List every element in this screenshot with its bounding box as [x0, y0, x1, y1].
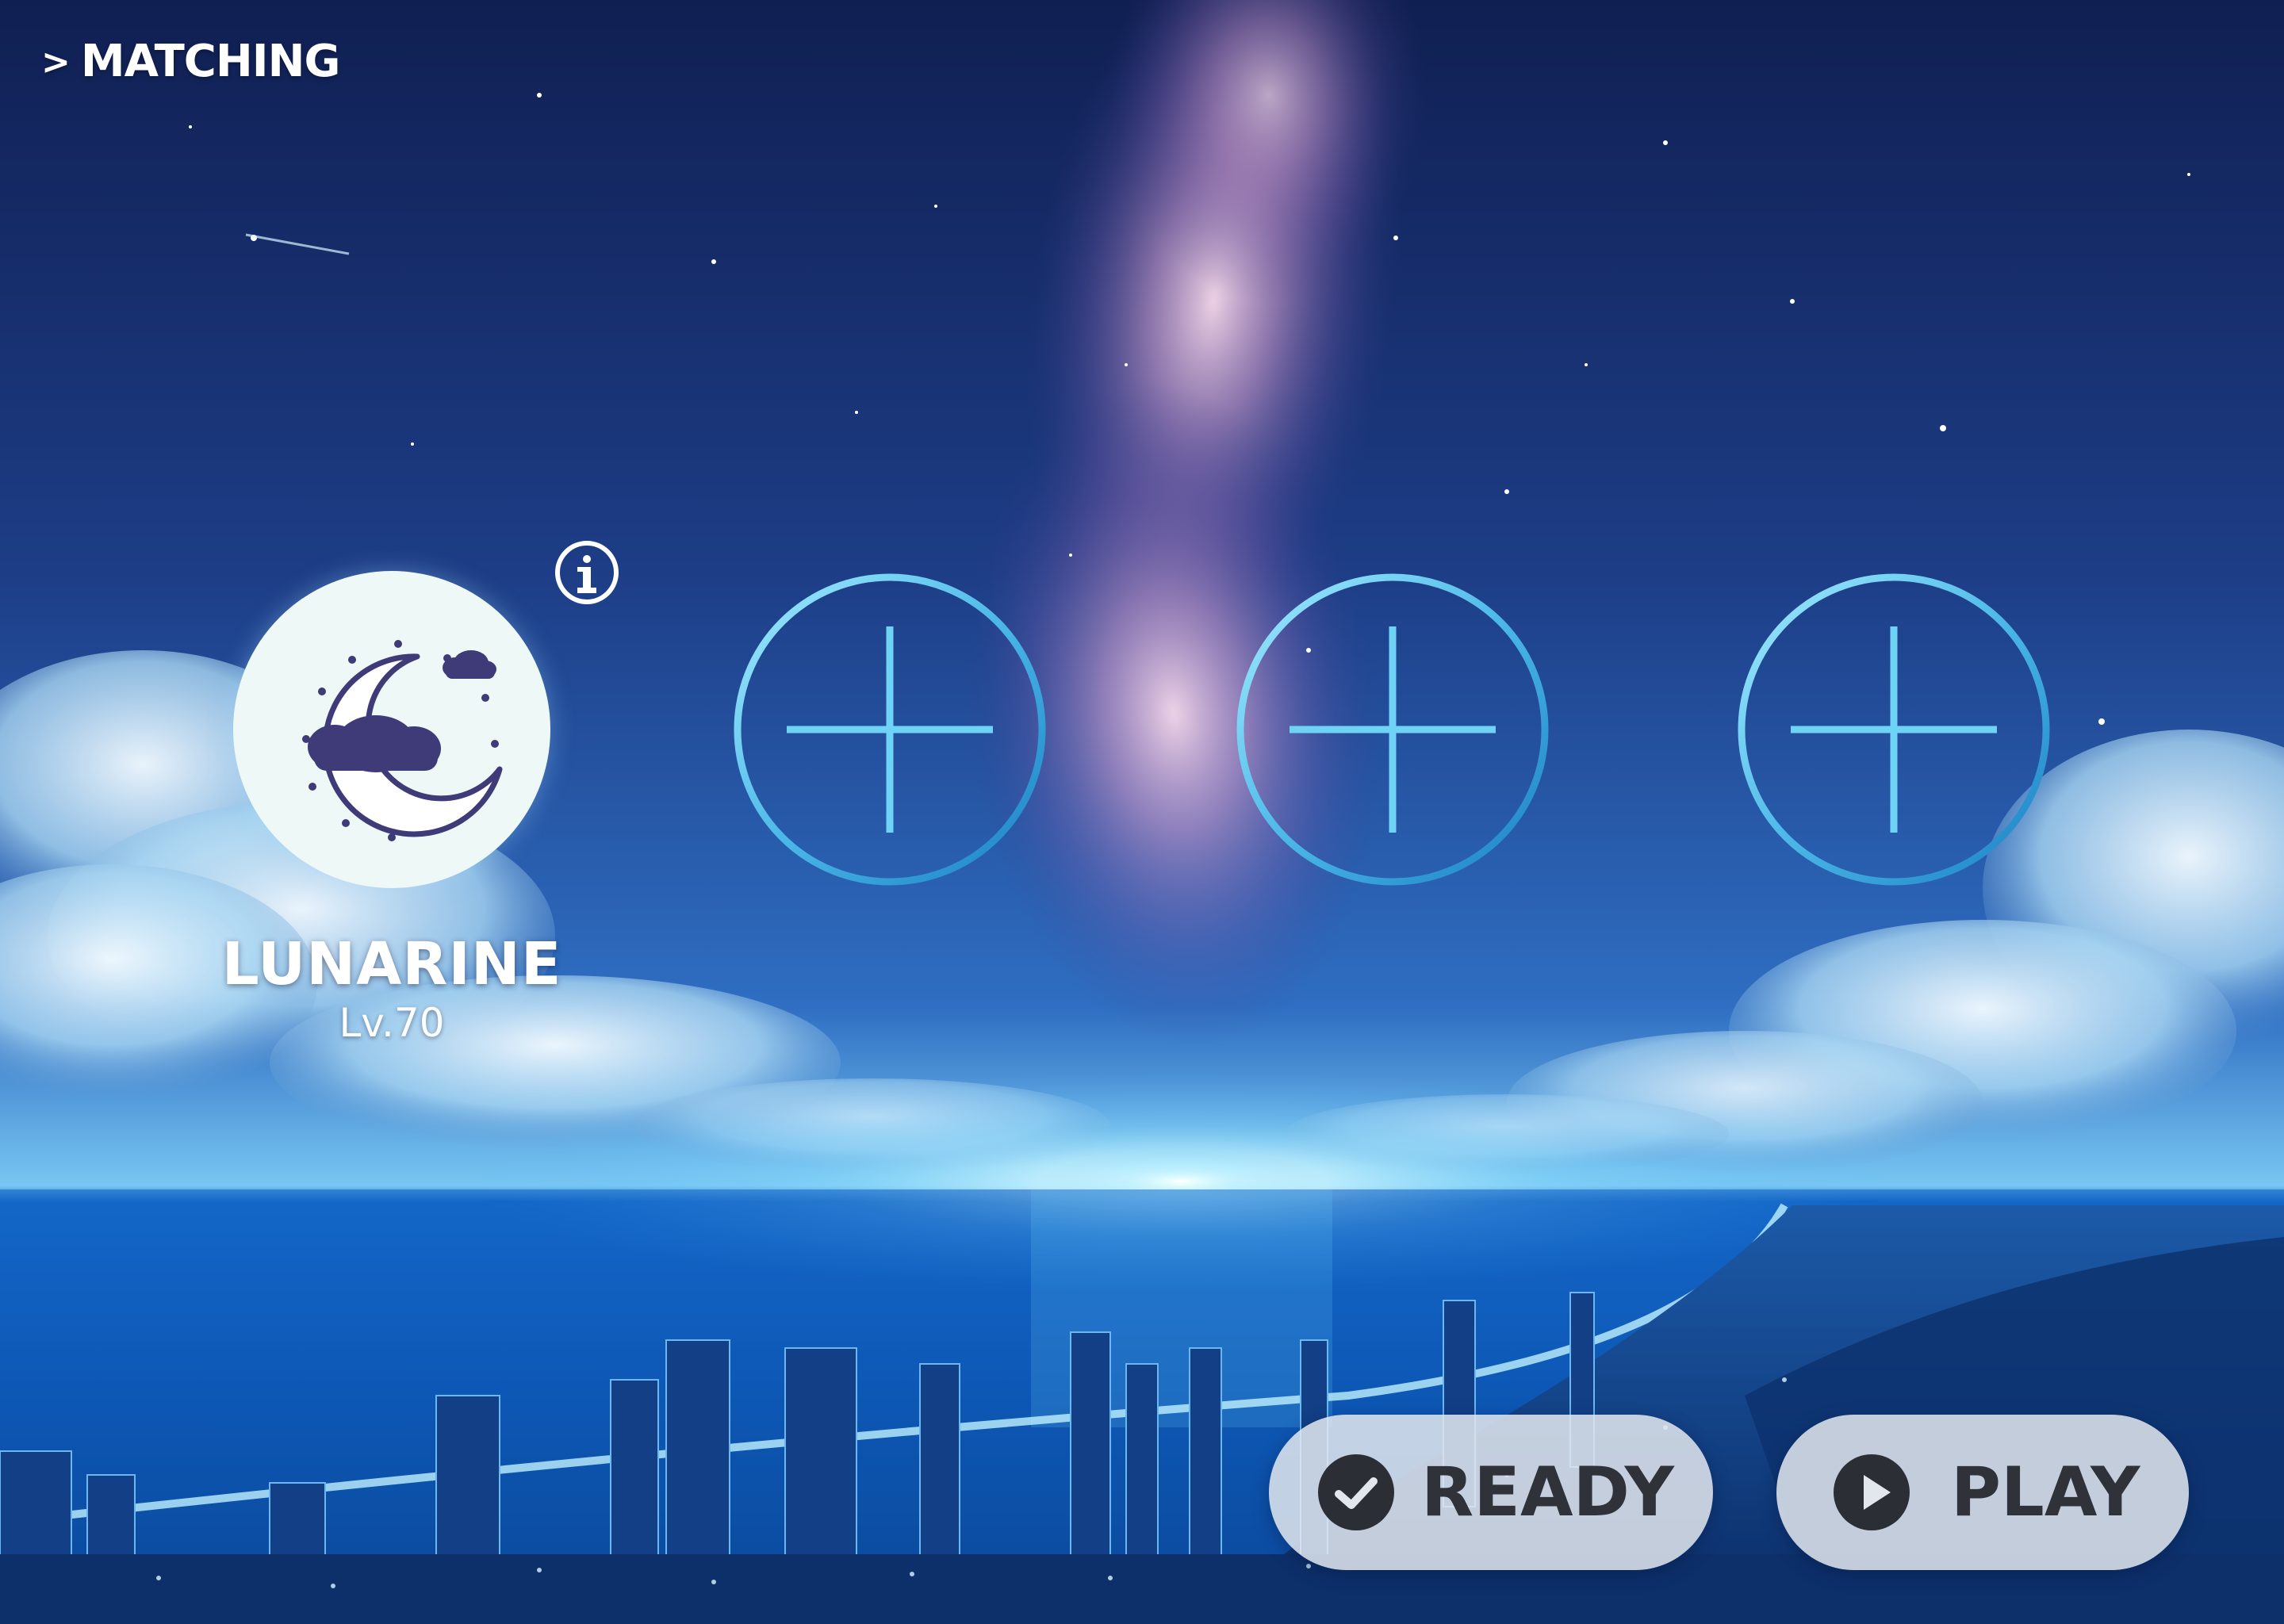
chevron-right-icon: > — [41, 42, 71, 82]
ready-button-label: READY — [1421, 1453, 1674, 1532]
play-circle-icon — [1834, 1454, 1910, 1530]
plus-icon — [1236, 573, 1549, 886]
player-avatar[interactable] — [233, 571, 550, 888]
matching-screen: > MATCHING LUNARINE Lv.70 READY PLAY — [0, 0, 2284, 1624]
empty-slot-2[interactable] — [1232, 569, 1553, 890]
moon-and-clouds-icon — [302, 640, 503, 841]
info-icon[interactable] — [555, 541, 619, 604]
empty-slot-3[interactable] — [1734, 569, 2054, 890]
screen-title-text: MATCHING — [80, 36, 341, 87]
info-icon-dot — [583, 555, 591, 563]
plus-icon — [1738, 573, 2050, 886]
player-level: Lv.70 — [339, 1000, 445, 1046]
play-triangle — [1864, 1475, 1891, 1510]
play-button-label: PLAY — [1951, 1453, 2140, 1532]
player-name: LUNARINE — [221, 930, 562, 998]
plus-icon — [734, 573, 1046, 886]
empty-slot-1[interactable] — [730, 569, 1050, 890]
screen-title: > MATCHING — [41, 30, 341, 94]
check-mark — [1335, 1477, 1378, 1509]
play-button[interactable]: PLAY — [1776, 1415, 2189, 1570]
info-icon-foot — [577, 588, 596, 593]
ready-button[interactable]: READY — [1269, 1415, 1713, 1570]
check-circle-icon — [1318, 1454, 1394, 1530]
